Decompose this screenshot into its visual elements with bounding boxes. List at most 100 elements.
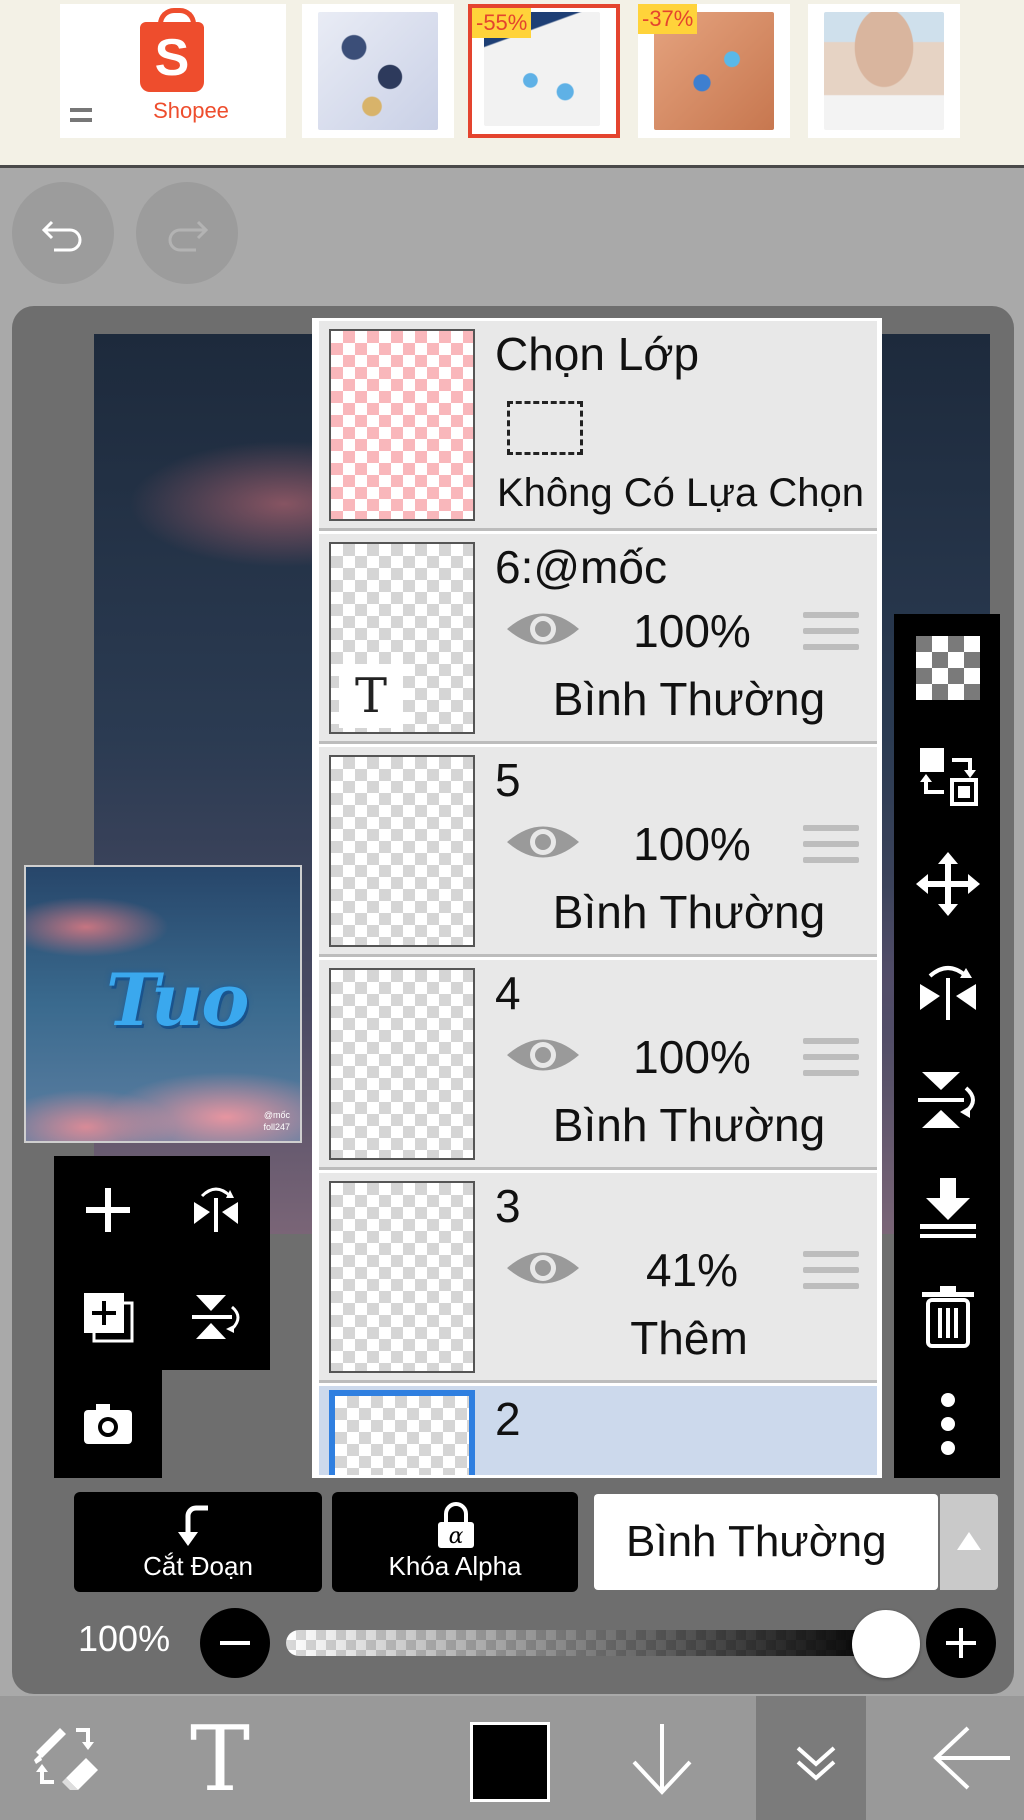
- drag-handle-icon[interactable]: [803, 1251, 859, 1293]
- selection-layer-row[interactable]: Chọn Lớp Không Có Lựa Chọn: [319, 321, 877, 531]
- ad-product-4[interactable]: [808, 4, 960, 138]
- more-vertical-icon: [941, 1393, 955, 1455]
- layer-down-button[interactable]: [602, 1696, 712, 1820]
- back-button[interactable]: [906, 1696, 1016, 1820]
- flip-vertical-icon: [918, 1072, 975, 1128]
- blend-mode-arrow-up-icon[interactable]: [940, 1494, 998, 1590]
- hamburger-icon[interactable]: [70, 108, 92, 122]
- layer-opacity: 100%: [633, 605, 751, 657]
- flip-horizontal-icon: [920, 966, 976, 1020]
- shopee-logo-card[interactable]: S Shopee: [60, 4, 286, 138]
- layer-thumbnail: [329, 1390, 475, 1475]
- flip-vertical-icon: [192, 1295, 240, 1339]
- undo-icon: [41, 220, 82, 252]
- merge-down-icon: [920, 1178, 976, 1238]
- alpha-lock-label: Khóa Alpha: [388, 1551, 522, 1581]
- layer-row[interactable]: 4 100% Bình Thường: [319, 960, 877, 1170]
- opacity-decrease-button[interactable]: [200, 1608, 270, 1678]
- text-tool-icon: T: [190, 1718, 250, 1798]
- discount-badge: -55%: [472, 8, 532, 38]
- layers-panel-toggle[interactable]: [756, 1696, 866, 1820]
- layer-blend-mode: Bình Thường: [552, 886, 826, 938]
- trash-icon: [922, 1286, 974, 1348]
- delete-layer-button[interactable]: [894, 1262, 1000, 1370]
- preview-title: Tuo: [106, 957, 249, 1042]
- svg-text:α: α: [449, 1524, 464, 1549]
- foreground-color-swatch[interactable]: [470, 1722, 550, 1802]
- layer-opacity: 100%: [633, 818, 751, 870]
- blend-mode-select[interactable]: Bình Thường: [594, 1494, 938, 1590]
- transparency-checker-icon: [916, 636, 980, 700]
- camera-button[interactable]: [54, 1370, 162, 1477]
- flip-vertical-button[interactable]: [162, 1263, 270, 1370]
- flip-horizontal-button[interactable]: [162, 1156, 270, 1263]
- layer-row[interactable]: 3 41% Thêm: [319, 1173, 877, 1383]
- layer-thumbnail: [329, 755, 475, 947]
- canvas-preview: Tuo @mốc foll247: [24, 865, 302, 1143]
- redo-button[interactable]: [136, 182, 238, 284]
- more-options-button[interactable]: [894, 1370, 1000, 1478]
- layer-thumbnail: T: [329, 542, 475, 734]
- layer-panel[interactable]: Chọn Lớp Không Có Lựa Chọn T 6:@mốc 100%…: [312, 318, 882, 1478]
- clipping-icon: [178, 1505, 208, 1546]
- ad-banner[interactable]: S Shopee -55% -37%: [0, 0, 1024, 168]
- move-icon: [916, 852, 980, 916]
- opacity-slider[interactable]: [286, 1630, 886, 1656]
- selection-rect-icon: [507, 401, 583, 455]
- camera-tool-panel: [54, 1370, 162, 1478]
- opacity-increase-button[interactable]: [926, 1608, 996, 1678]
- flip-vertical-button[interactable]: [894, 1046, 1000, 1154]
- layer-name: 2: [495, 1393, 521, 1445]
- ad-product-2[interactable]: -55%: [468, 4, 620, 138]
- move-button[interactable]: [894, 830, 1000, 938]
- merge-down-button[interactable]: [894, 1154, 1000, 1262]
- redo-icon: [168, 220, 209, 252]
- layer-thumbnail: [329, 1181, 475, 1373]
- layer-tools-panel: [54, 1156, 270, 1370]
- eye-icon[interactable]: [505, 819, 581, 865]
- ad-product-1[interactable]: [302, 4, 454, 138]
- brush-eraser-button[interactable]: [6, 1696, 116, 1820]
- add-layer-button[interactable]: [54, 1156, 162, 1263]
- alpha-lock-button[interactable]: α Khóa Alpha: [332, 1492, 578, 1592]
- add-layer-icon: [86, 1188, 130, 1232]
- layer-opacity: 41%: [645, 1244, 739, 1296]
- transform-select-icon: [920, 748, 978, 806]
- shopee-bag-icon: S: [140, 8, 204, 92]
- transform-select-button[interactable]: [894, 722, 1000, 830]
- eye-icon[interactable]: [505, 606, 581, 652]
- text-tool-button[interactable]: T: [160, 1696, 270, 1820]
- eye-icon[interactable]: [505, 1032, 581, 1078]
- flip-horizontal-button[interactable]: [894, 938, 1000, 1046]
- eye-icon[interactable]: [505, 1245, 581, 1291]
- layer-row-active[interactable]: 2: [319, 1386, 877, 1475]
- drag-handle-icon[interactable]: [803, 1038, 859, 1080]
- layer-name: 5: [495, 754, 521, 806]
- layer-blend-mode: Thêm: [630, 1312, 748, 1364]
- layer-row[interactable]: 5 100% Bình Thường: [319, 747, 877, 957]
- selection-thumbnail: [329, 329, 475, 521]
- selection-title: Chọn Lớp: [495, 328, 700, 380]
- shopee-brand-name: Shopee: [153, 98, 229, 123]
- transparency-button[interactable]: [894, 614, 1000, 722]
- brush-eraser-icon: [34, 1728, 98, 1790]
- drag-handle-icon[interactable]: [803, 825, 859, 867]
- layer-name: 6:@mốc: [495, 541, 667, 593]
- layer-row[interactable]: T 6:@mốc 100% Bình Thường: [319, 534, 877, 744]
- preview-signature: @mốc foll247: [263, 1110, 290, 1132]
- layer-name: 3: [495, 1180, 521, 1232]
- duplicate-layer-button[interactable]: [54, 1263, 162, 1370]
- drag-handle-icon[interactable]: [803, 612, 859, 654]
- undo-button[interactable]: [12, 182, 114, 284]
- clipping-label: Cắt Đoạn: [143, 1551, 253, 1581]
- layer-blend-mode: Bình Thường: [552, 1099, 826, 1151]
- opacity-value-label: 100%: [78, 1618, 171, 1659]
- layer-thumbnail: [329, 968, 475, 1160]
- pendant-necklace-image: [824, 12, 944, 130]
- double-chevron-down-icon: [796, 1746, 836, 1781]
- svg-text:T: T: [190, 1718, 250, 1798]
- arrow-down-icon: [632, 1724, 692, 1795]
- ad-product-3[interactable]: -37%: [638, 4, 790, 138]
- clipping-button[interactable]: Cắt Đoạn: [74, 1492, 322, 1592]
- opacity-slider-thumb[interactable]: [852, 1610, 920, 1678]
